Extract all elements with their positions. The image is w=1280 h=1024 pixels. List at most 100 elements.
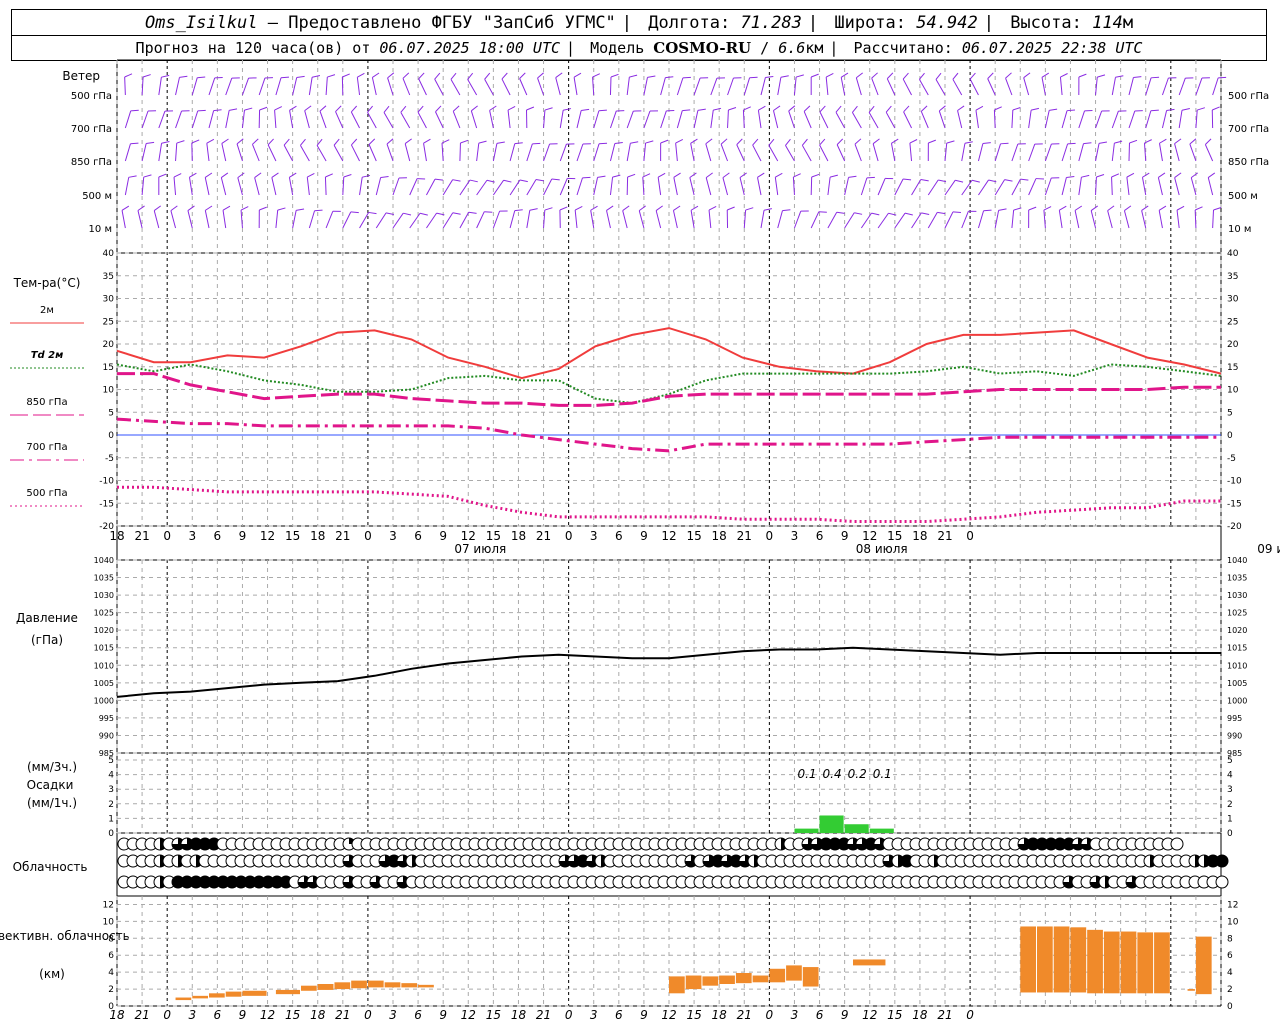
- wind-barb: [675, 139, 684, 162]
- wind-barb-shaft: [877, 178, 886, 196]
- wind-barb-shaft: [938, 110, 946, 129]
- wind-barb: [435, 105, 444, 129]
- wind-barb: [241, 107, 253, 129]
- wind-barb-shaft: [894, 212, 906, 229]
- wind-barb-shaft: [476, 211, 485, 229]
- wind-barb-shaft: [705, 177, 712, 196]
- temp-ytick-left: 40: [103, 249, 115, 259]
- wind-barb: [643, 75, 656, 96]
- cloudiness-panel: Облачность: [13, 837, 1229, 889]
- wind-barb-feather: [782, 209, 791, 212]
- time-tick-label: 0: [565, 529, 573, 543]
- wind-barb-shaft: [476, 179, 488, 196]
- wind-barb-feather: [801, 138, 808, 146]
- wind-barb: [400, 105, 411, 129]
- wind-barb: [1212, 76, 1227, 96]
- wind-barb-feather: [452, 105, 460, 112]
- wind-barb: [258, 206, 267, 229]
- wind-barb-feather: [1133, 76, 1142, 79]
- wind-barb: [927, 211, 946, 229]
- wind-barb: [743, 76, 758, 96]
- wind-barb: [559, 143, 575, 162]
- time-tick-label: 9: [841, 529, 849, 543]
- wind-barb: [173, 173, 182, 196]
- pressure-ytick-left: 995: [99, 714, 114, 723]
- wind-barb-shaft: [559, 143, 567, 162]
- wind-barb-shaft: [622, 210, 628, 229]
- wind-barb-feather: [871, 72, 878, 79]
- wind-barb: [626, 74, 638, 96]
- wind-barb-shaft: [371, 77, 377, 96]
- wind-barb-shaft: [543, 110, 546, 129]
- wind-barb-shaft: [170, 210, 177, 229]
- wind-barb: [300, 138, 310, 162]
- wind-barb: [722, 172, 730, 196]
- wind-barb-feather: [788, 105, 796, 112]
- wind-barb-shaft: [124, 177, 130, 196]
- wind-barb: [792, 173, 801, 196]
- wind-barb-shaft: [969, 78, 979, 96]
- precip-ytick-left: 1: [108, 814, 114, 824]
- time-tick-label: 12: [260, 529, 275, 543]
- wind-barb-shaft: [484, 79, 494, 96]
- time-tick-label: 6: [615, 529, 623, 543]
- wind-barb: [124, 73, 133, 96]
- wind-barb-feather: [380, 176, 389, 179]
- wind-barb: [368, 138, 377, 162]
- wind-barb-feather: [280, 76, 290, 79]
- wind-barb-feather: [946, 140, 955, 144]
- wind-barb: [1128, 76, 1142, 96]
- wind-barb-feather: [835, 105, 842, 113]
- wind-barb-feather: [964, 141, 973, 144]
- convective-bar: [1195, 936, 1212, 995]
- wind-barb: [324, 173, 333, 196]
- time-tick-label-bottom: 18: [912, 1008, 928, 1022]
- wind-barb-feather: [673, 205, 681, 211]
- wind-barb: [1095, 174, 1105, 196]
- wind-barb: [426, 212, 445, 229]
- wind-barb: [693, 77, 709, 96]
- wind-barb-feather: [312, 75, 321, 78]
- wind-barb: [606, 205, 614, 229]
- wind-barb-feather: [386, 138, 394, 145]
- wind-barb-shaft: [241, 77, 250, 96]
- wind-barb-shaft: [792, 177, 795, 196]
- pressure-ytick-right: 1035: [1227, 574, 1247, 583]
- wind-barb-feather: [921, 212, 930, 215]
- wind-barb-shaft: [470, 110, 478, 129]
- wind-barb-shaft: [335, 111, 344, 129]
- pressure-ytick-left: 1005: [94, 679, 114, 688]
- precip-bar: [794, 828, 819, 833]
- pressure-ytick-right: 1000: [1227, 696, 1247, 705]
- wind-barb-feather: [423, 138, 431, 144]
- wind-barb: [1058, 205, 1067, 229]
- wind-barb-shaft: [851, 112, 862, 129]
- wind-barb-shaft: [519, 78, 528, 96]
- wind-barb: [1174, 172, 1182, 196]
- wind-barb: [825, 73, 834, 96]
- wind-barb: [1028, 206, 1037, 229]
- wind-barb-shaft: [860, 177, 868, 196]
- wind-barb-feather: [137, 205, 145, 211]
- wind-barb-shaft: [693, 110, 699, 129]
- wind-barb: [969, 72, 979, 96]
- wind-barb-feather: [1174, 172, 1182, 178]
- time-tick-label: 18: [511, 529, 526, 543]
- wind-barb: [854, 138, 862, 162]
- wind-barb-shaft: [459, 142, 461, 162]
- wind-barb: [476, 211, 493, 229]
- wind-barb: [306, 172, 315, 196]
- wind-barb-feather: [296, 75, 305, 78]
- wind-barb-shaft: [489, 110, 494, 129]
- wind-barb-shaft: [1011, 178, 1021, 196]
- wind-barb-shaft: [153, 210, 160, 229]
- wind-barb: [492, 141, 505, 162]
- wind-barb: [855, 72, 864, 96]
- wind-level-label: 10 м: [89, 224, 112, 235]
- wind-barb: [977, 209, 992, 229]
- wind-barb-feather: [657, 172, 666, 178]
- wind-barb-feather: [872, 138, 880, 145]
- pressure-ytick-right: 1015: [1227, 644, 1247, 653]
- wind-barb-shaft: [855, 77, 862, 96]
- wind-barb-shaft: [543, 143, 551, 162]
